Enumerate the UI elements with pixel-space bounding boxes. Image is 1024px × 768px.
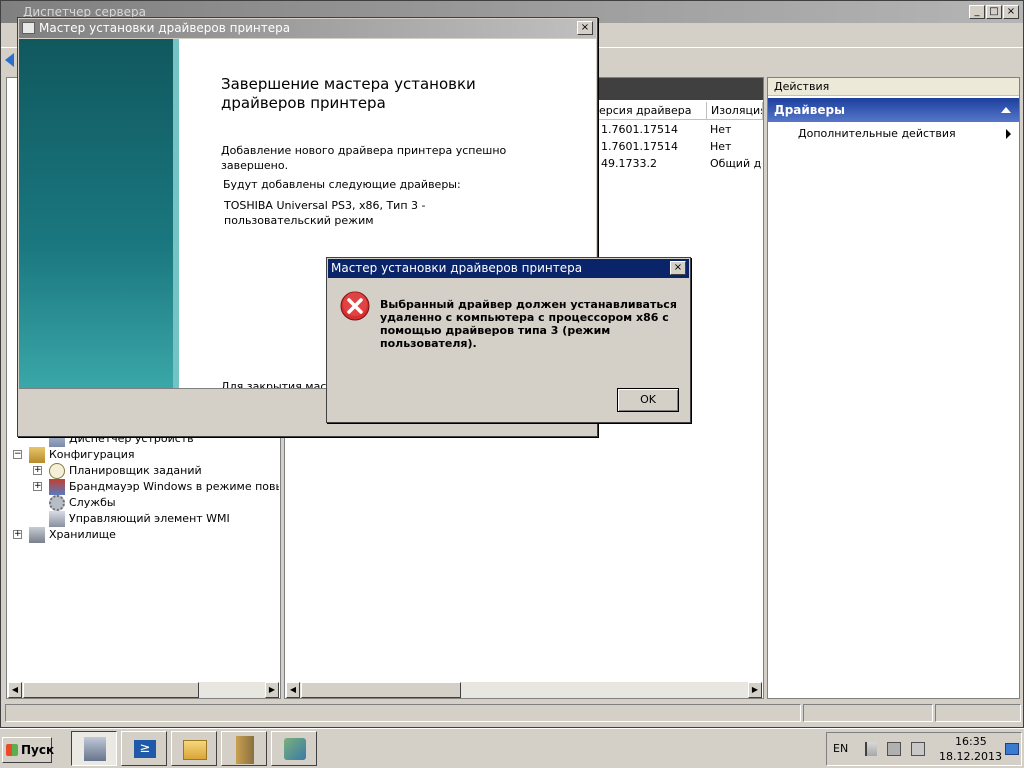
wizard-driver-item: TOSHIBA Universal PS3, x86, Тип 3 - поль… xyxy=(224,199,426,227)
wizard-heading: Завершение мастера установки драйверов п… xyxy=(221,75,476,112)
status-bar xyxy=(1,703,1023,723)
taskbar-server-manager[interactable] xyxy=(71,731,117,766)
storage-icon xyxy=(29,527,45,543)
cell-driver-version: 1.7601.17514 xyxy=(601,140,678,153)
tree-item-label: Хранилище xyxy=(49,528,116,541)
tools-icon xyxy=(236,736,254,764)
clock-icon xyxy=(49,463,65,479)
taskbar-explorer[interactable] xyxy=(171,731,217,766)
printer-icon xyxy=(22,22,35,34)
scroll-left-icon[interactable]: ◀ xyxy=(8,682,22,698)
wizard-title: Мастер установки драйверов принтера xyxy=(39,21,291,35)
firewall-icon xyxy=(49,479,65,495)
status-segment xyxy=(803,704,933,722)
cell-isolation: Нет xyxy=(710,123,732,136)
server-manager-icon xyxy=(84,737,106,761)
wmi-icon xyxy=(49,511,65,527)
close-button[interactable]: × xyxy=(1003,5,1019,19)
tree-item-task-scheduler[interactable]: + Планировщик заданий xyxy=(33,463,273,479)
tree-item-label: Управляющий элемент WMI xyxy=(69,512,230,525)
show-desktop-icon[interactable] xyxy=(1005,743,1019,755)
clock-date[interactable]: 18.12.2013 xyxy=(939,750,1002,763)
tree-item-label: Брандмауэр Windows в режиме повышенн xyxy=(69,480,279,493)
taskbar: Пуск ≥ EN 16:35 18.12.2013 xyxy=(0,728,1024,768)
taskbar-powershell[interactable]: ≥ xyxy=(121,731,167,766)
actions-title: Действия xyxy=(768,78,1019,96)
status-segment xyxy=(935,704,1021,722)
tree-item-storage[interactable]: + Хранилище xyxy=(13,527,233,543)
language-indicator[interactable]: EN xyxy=(833,742,848,755)
error-dialog-title: Мастер установки драйверов принтера xyxy=(331,261,583,275)
wizard-drivers-label: Будут добавлены следующие драйверы: xyxy=(223,178,461,191)
system-tray: EN 16:35 18.12.2013 xyxy=(826,732,1022,766)
tree-item-configuration[interactable]: − Конфигурация xyxy=(13,447,273,463)
start-label: Пуск xyxy=(21,743,55,757)
scroll-thumb[interactable] xyxy=(23,682,199,698)
network-icon xyxy=(284,738,306,760)
volume-muted-icon[interactable] xyxy=(911,742,925,756)
ok-button[interactable]: OK xyxy=(617,388,679,412)
tree-item-firewall[interactable]: + Брандмауэр Windows в режиме повышенн xyxy=(33,479,279,495)
submenu-arrow-icon xyxy=(1006,129,1011,139)
cell-isolation: Общий до xyxy=(710,157,762,170)
tree-item-label: Конфигурация xyxy=(49,448,135,461)
error-dialog-titlebar[interactable]: Мастер установки драйверов принтера xyxy=(328,259,689,278)
error-dialog: Мастер установки драйверов принтера × Вы… xyxy=(326,257,691,423)
start-button[interactable]: Пуск xyxy=(2,737,55,763)
taskbar-admin-tools[interactable] xyxy=(221,731,267,766)
wizard-banner-stripe xyxy=(173,39,179,388)
network-tray-icon[interactable] xyxy=(887,742,901,756)
actions-pane: Действия Драйверы Дополнительные действи… xyxy=(767,77,1020,699)
error-icon xyxy=(340,291,370,321)
error-dialog-close-button[interactable]: × xyxy=(670,261,686,275)
collapse-arrow-icon[interactable] xyxy=(1001,107,1011,113)
configuration-icon xyxy=(29,447,45,463)
wizard-close-button[interactable]: × xyxy=(577,21,593,35)
expand-icon[interactable]: + xyxy=(33,482,42,491)
tree-item-services[interactable]: Службы xyxy=(49,495,269,511)
expand-icon[interactable]: + xyxy=(33,466,42,475)
cell-isolation: Нет xyxy=(710,140,732,153)
maximize-button[interactable]: □ xyxy=(986,5,1002,19)
tree-item-label: Службы xyxy=(69,496,116,509)
wizard-banner-image xyxy=(19,39,177,388)
actions-group-drivers[interactable]: Драйверы xyxy=(768,98,1019,122)
wizard-titlebar[interactable]: Мастер установки драйверов принтера xyxy=(19,19,596,38)
clock-time[interactable]: 16:35 xyxy=(955,735,987,748)
actions-group-label: Драйверы xyxy=(774,103,845,117)
cell-driver-version: 49.1733.2 xyxy=(601,157,657,170)
minimize-button[interactable]: _ xyxy=(969,5,985,19)
cell-driver-version: 1.7601.17514 xyxy=(601,123,678,136)
more-actions-item[interactable]: Дополнительные действия xyxy=(798,126,956,142)
wizard-success-text: Добавление нового драйвера принтера успе… xyxy=(221,144,507,172)
column-isolation[interactable]: Изоляция xyxy=(707,102,763,120)
collapse-icon[interactable]: − xyxy=(13,450,22,459)
column-driver-version[interactable]: ерсия драйвера xyxy=(595,102,707,120)
taskbar-network[interactable] xyxy=(271,731,317,766)
scroll-thumb[interactable] xyxy=(301,682,461,698)
scroll-right-icon[interactable]: ▶ xyxy=(748,682,762,698)
gear-icon xyxy=(49,495,65,511)
flag-icon[interactable] xyxy=(865,742,877,756)
center-horizontal-scrollbar[interactable]: ◀ ▶ xyxy=(286,682,762,698)
tree-horizontal-scrollbar[interactable]: ◀ ▶ xyxy=(8,682,279,698)
powershell-icon: ≥ xyxy=(134,740,156,758)
error-message: Выбранный драйвер должен устанавливаться… xyxy=(380,298,677,350)
status-segment xyxy=(5,704,801,722)
windows-logo-icon xyxy=(6,744,18,756)
tree-item-label: Планировщик заданий xyxy=(69,464,202,477)
more-actions-label: Дополнительные действия xyxy=(798,127,956,140)
expand-icon[interactable]: + xyxy=(13,530,22,539)
back-icon[interactable] xyxy=(5,53,14,67)
folder-icon xyxy=(183,740,207,760)
tree-item-wmi[interactable]: Управляющий элемент WMI xyxy=(49,511,269,527)
scroll-right-icon[interactable]: ▶ xyxy=(265,682,279,698)
scroll-left-icon[interactable]: ◀ xyxy=(286,682,300,698)
